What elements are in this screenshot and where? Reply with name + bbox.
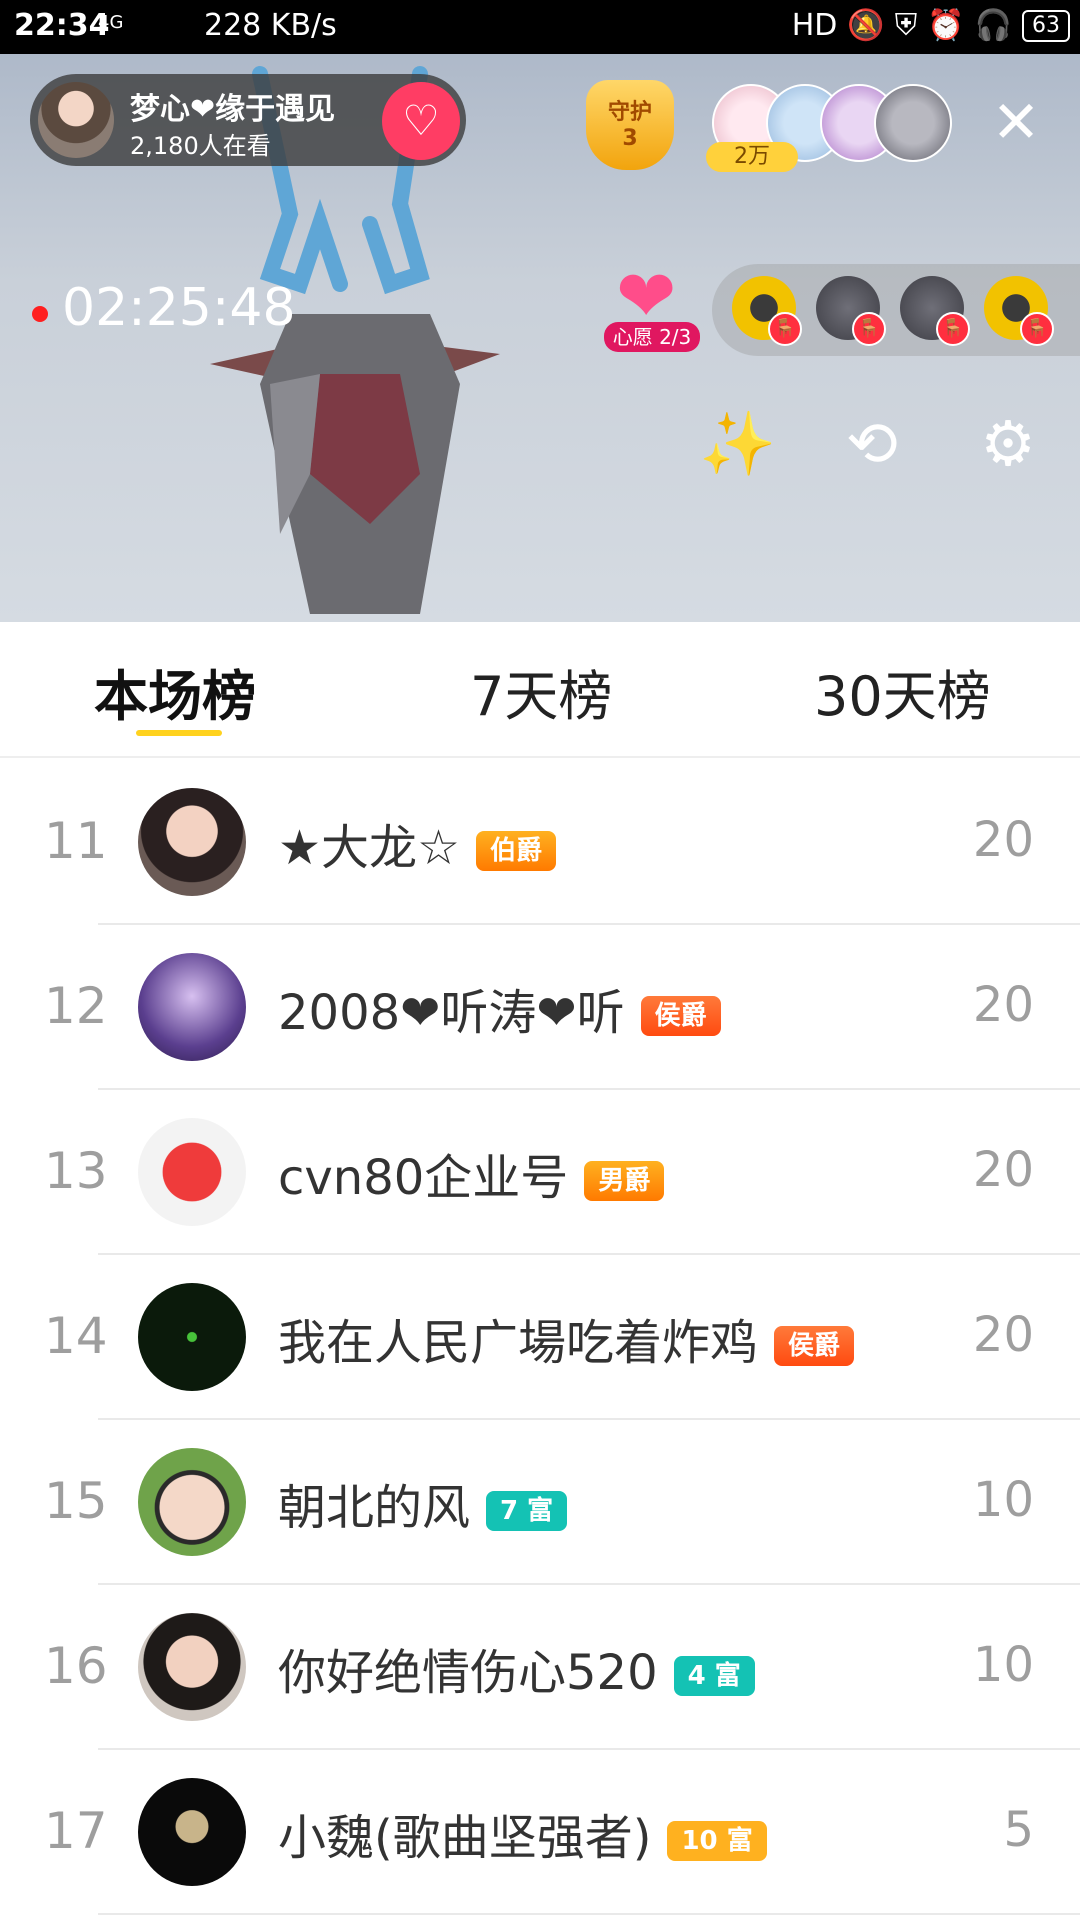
host-name: 梦心❤缘于遇见 xyxy=(130,92,336,127)
score: 5 xyxy=(1003,1802,1034,1858)
rank-badge: 侯爵 xyxy=(640,996,721,1036)
rank-number: 11 xyxy=(44,812,108,870)
seat-icon: 🪑 xyxy=(768,312,802,346)
guard-badge[interactable]: 守护 3 xyxy=(586,80,674,170)
seat-slot[interactable]: 🪑 xyxy=(900,276,970,346)
wish-button[interactable]: ❤ 心愿 2/3 xyxy=(604,260,700,352)
rank-badge: 侯爵 xyxy=(774,1326,855,1366)
viewer-count: 2,180人在看 xyxy=(130,132,271,160)
rank-number: 14 xyxy=(44,1307,108,1365)
tab-7-days[interactable]: 7天榜 xyxy=(470,652,612,731)
live-timer: 02:25:48 xyxy=(62,278,296,338)
avatar[interactable] xyxy=(138,1283,246,1391)
seat-icon: 🪑 xyxy=(852,312,886,346)
hd-icon: HD xyxy=(791,8,838,43)
battery-indicator: 63 xyxy=(1022,9,1070,42)
mute-icon: 🔕 xyxy=(847,8,885,43)
user-name: cvn80企业号 男爵 xyxy=(278,1138,665,1208)
host-info-pill[interactable]: 梦心❤缘于遇见 2,180人在看 ♡ xyxy=(30,74,466,166)
score: 20 xyxy=(972,1142,1034,1198)
rank-badge: 男爵 xyxy=(584,1161,665,1201)
fan-contribution-badge: 2万 xyxy=(706,142,798,172)
heart-plus-icon: ♡ xyxy=(402,96,440,145)
guard-title: 守护 xyxy=(607,100,652,125)
beauty-filter-button[interactable]: ✨ xyxy=(698,404,778,484)
seat-slot[interactable]: 🪑 xyxy=(984,276,1054,346)
top-fans[interactable]: 2万 xyxy=(706,84,952,174)
follow-button[interactable]: ♡ xyxy=(382,82,460,160)
magic-wand-icon: ✨ xyxy=(699,407,777,480)
network-type: 4G xyxy=(98,12,124,33)
user-name: 小魏(歌曲坚强者) 10 富 xyxy=(278,1798,767,1868)
guard-shield-icon: 守护 3 xyxy=(586,80,674,170)
tab-this-session[interactable]: 本场榜 xyxy=(94,652,256,731)
avatar[interactable] xyxy=(138,1118,246,1226)
alarm-icon: ⏰ xyxy=(927,8,965,43)
score: 20 xyxy=(972,812,1034,868)
wealth-badge: 7 富 xyxy=(486,1491,568,1531)
score: 10 xyxy=(972,1637,1034,1693)
live-indicator-dot xyxy=(32,306,48,322)
gear-icon: ⚙ xyxy=(980,407,1036,480)
tab-30-days[interactable]: 30天榜 xyxy=(814,652,991,731)
user-name: ★大龙☆ 伯爵 xyxy=(278,808,557,878)
score: 20 xyxy=(972,977,1034,1033)
guard-count: 3 xyxy=(622,126,638,151)
rank-badge: 伯爵 xyxy=(476,831,557,871)
avatar[interactable] xyxy=(138,953,246,1061)
rank-number: 16 xyxy=(44,1637,108,1695)
headphones-icon: 🎧 xyxy=(974,8,1012,43)
rank-number: 17 xyxy=(44,1802,108,1860)
list-item[interactable]: 16 你好绝情伤心520 4 富 10 xyxy=(0,1585,1080,1750)
user-name: 朝北的风 7 富 xyxy=(278,1468,568,1538)
camera-switch-button[interactable]: ⟲ xyxy=(832,404,912,484)
user-name: 你好绝情伤心520 4 富 xyxy=(278,1633,755,1703)
status-time: 22:34 xyxy=(14,8,110,43)
avatar[interactable] xyxy=(138,788,246,896)
avatar[interactable] xyxy=(138,1448,246,1556)
seat-icon: 🪑 xyxy=(936,312,970,346)
seat-slot[interactable]: 🪑 xyxy=(816,276,886,346)
user-name: 2008❤听涛❤听 侯爵 xyxy=(278,973,721,1043)
user-name: 我在人民广場吃着炸鸡 侯爵 xyxy=(278,1303,855,1373)
camera-switch-icon: ⟲ xyxy=(846,407,898,480)
host-avatar[interactable] xyxy=(38,82,114,158)
wish-progress: 心愿 2/3 xyxy=(604,322,700,352)
live-stream-view[interactable]: 梦心❤缘于遇见 2,180人在看 ♡ 守护 3 2万 ✕ 02:25:48 ❤ … xyxy=(0,54,1080,622)
close-icon: ✕ xyxy=(991,88,1041,156)
rank-number: 15 xyxy=(44,1472,108,1530)
seat-slot[interactable]: 🪑 xyxy=(732,276,802,346)
status-bar: 22:34 4G 228 KB/s HD 🔕 ⛨ ⏰ 🎧 63 xyxy=(0,0,1080,54)
list-item[interactable]: 12 2008❤听涛❤听 侯爵 20 xyxy=(0,925,1080,1090)
avatar[interactable] xyxy=(138,1778,246,1886)
list-item[interactable]: 15 朝北的风 7 富 10 xyxy=(0,1420,1080,1585)
fan-avatar[interactable] xyxy=(874,84,952,162)
settings-button[interactable]: ⚙ xyxy=(968,404,1048,484)
rank-number: 13 xyxy=(44,1142,108,1200)
network-speed: 228 KB/s xyxy=(204,8,337,43)
score: 10 xyxy=(972,1472,1034,1528)
seat-icon: 🪑 xyxy=(1020,312,1054,346)
list-item[interactable]: 14 我在人民广場吃着炸鸡 侯爵 20 xyxy=(0,1255,1080,1420)
close-button[interactable]: ✕ xyxy=(988,93,1044,151)
guest-seats[interactable]: 🪑 🪑 🪑 🪑 xyxy=(712,264,1080,356)
lock-icon: ⛨ xyxy=(894,8,918,43)
wealth-badge: 10 富 xyxy=(667,1821,767,1861)
active-tab-indicator xyxy=(136,730,222,736)
list-item[interactable]: 11 ★大龙☆ 伯爵 20 xyxy=(0,760,1080,925)
rank-number: 12 xyxy=(44,977,108,1035)
ranking-tabs: 本场榜 7天榜 30天榜 xyxy=(0,622,1080,758)
list-item[interactable]: 13 cvn80企业号 男爵 20 xyxy=(0,1090,1080,1255)
status-icons: HD 🔕 ⛨ ⏰ 🎧 63 xyxy=(792,8,1070,43)
ranking-list[interactable]: 11 ★大龙☆ 伯爵 20 12 2008❤听涛❤听 侯爵 20 13 cvn80企… xyxy=(0,760,1080,1915)
list-item[interactable]: 17 小魏(歌曲坚强者) 10 富 5 xyxy=(0,1750,1080,1915)
wealth-badge: 4 富 xyxy=(673,1656,755,1696)
avatar[interactable] xyxy=(138,1613,246,1721)
score: 20 xyxy=(972,1307,1034,1363)
